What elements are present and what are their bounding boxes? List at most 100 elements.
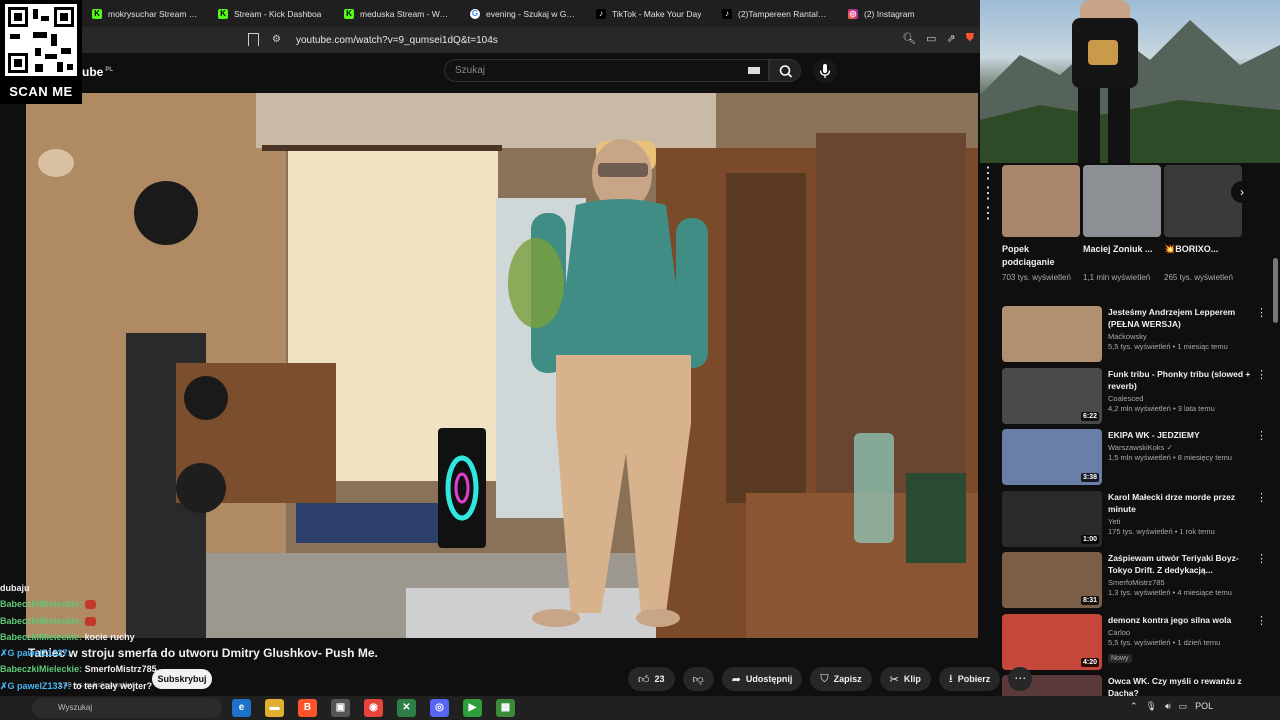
channel-name[interactable]: Carloo	[1108, 628, 1256, 637]
video-info: demonz kontra jego silna wola Carloo 5,5…	[1108, 614, 1256, 665]
video-title[interactable]: EKIPA WK - JEDZIEMY	[1108, 429, 1256, 441]
list-item[interactable]: 1:00 Karol Małecki drze morde przez minu…	[1002, 490, 1267, 553]
video-title[interactable]: demonz kontra jego silna wola	[1108, 614, 1256, 626]
chat-message: BabeczkiMieleckie: SmerfoMistrz785	[0, 664, 157, 675]
channel-name[interactable]: Coalesced	[1108, 394, 1256, 403]
volume-icon[interactable]: 🔊︎	[1165, 701, 1171, 712]
kick-icon: K	[344, 8, 354, 19]
share-icon[interactable]: ⇗	[947, 32, 956, 45]
file-explorer-icon[interactable]: ▬	[265, 699, 284, 717]
keyboard-icon[interactable]	[748, 67, 760, 74]
short-thumbnail[interactable]	[1083, 165, 1161, 237]
more-options-icon[interactable]: ⋮	[1256, 429, 1267, 442]
xbox-icon[interactable]: ✕	[397, 699, 416, 717]
short-card[interactable]: 💥BORIXO... 265 tys. wyświetleń	[1164, 165, 1242, 284]
site-info-icon[interactable]: ⚙	[272, 34, 284, 46]
microphone-icon[interactable]: 🎙︎	[1146, 701, 1157, 712]
video-thumbnail[interactable]: 3:38	[1002, 429, 1102, 485]
app-icon[interactable]: ▣	[331, 699, 350, 717]
list-item[interactable]: Jesteśmy Andrzejem Lepperem (PEŁNA WERSJ…	[1002, 306, 1267, 368]
more-options-icon[interactable]: ⋮	[1256, 552, 1267, 565]
browser-tab[interactable]: Gevening - Szukaj w Google	[460, 0, 586, 27]
channel-name[interactable]: WarszawskiKoks ✓	[1108, 443, 1256, 452]
more-options-icon[interactable]: ⋮	[1256, 491, 1267, 504]
video-player[interactable]	[26, 93, 978, 638]
short-title[interactable]: Popek podciąganie	[1002, 243, 1080, 269]
chevron-right-icon[interactable]: ›	[1231, 181, 1253, 203]
video-thumbnail[interactable]: 1:00	[1002, 490, 1102, 547]
download-button[interactable]: ⭳ Pobierz	[938, 667, 1001, 691]
taskbar-search[interactable]: Wyszukaj	[32, 698, 222, 718]
video-info: Karol Małecki drze morde przez minute Ye…	[1108, 491, 1256, 536]
sidebar-scrollbar[interactable]	[1273, 258, 1278, 323]
channel-name[interactable]: Yeti	[1108, 517, 1256, 526]
short-card[interactable]: Popek podciąganie 703 tys. wyświetleń	[1002, 165, 1080, 284]
video-actions: 👍︎ 23 👎︎ ➦ Udostępnij ⛉ Zapisz ✂ Klip ⭳ Pobie…	[628, 667, 1033, 691]
chevron-up-icon[interactable]: ⌃	[1130, 701, 1138, 712]
like-button[interactable]: 👍︎ 23	[628, 667, 675, 691]
short-title[interactable]: Maciej Zoniuk ...	[1083, 243, 1161, 269]
share-button[interactable]: ➦ Udostępnij	[721, 667, 803, 691]
recommended-list: Jesteśmy Andrzejem Lepperem (PEŁNA WERSJ…	[1002, 306, 1267, 720]
language-indicator[interactable]: POL	[1195, 701, 1213, 712]
kick-icon[interactable]: ▶	[463, 699, 482, 717]
search-box	[444, 59, 769, 82]
video-thumbnail[interactable]	[1002, 306, 1102, 362]
search-button[interactable]	[769, 59, 801, 82]
more-options-icon[interactable]: ⋮	[1256, 614, 1267, 627]
cast-icon[interactable]: ▭	[926, 32, 936, 45]
clip-button[interactable]: ✂ Klip	[879, 667, 931, 691]
brave-icon[interactable]: B	[298, 699, 317, 717]
video-info: Jesteśmy Andrzejem Lepperem (PEŁNA WERSJ…	[1108, 306, 1256, 351]
short-thumbnail[interactable]	[1002, 165, 1080, 237]
youtube-header: ube PL	[0, 53, 980, 93]
short-thumbnail[interactable]	[1164, 165, 1242, 237]
list-item[interactable]: 6:22 Funk tribu - Phonky tribu (slowed +…	[1002, 367, 1267, 430]
chrome-icon[interactable]: ◉	[364, 699, 383, 717]
list-item[interactable]: 8:31 Zaśpiewam utwór Teriyaki Boyz- Toky…	[1002, 552, 1267, 614]
url-field[interactable]: ⚙ youtube.com/watch?v=9_qumsei1dQ&t=104s	[272, 30, 962, 50]
thumbs-down-icon: 👎︎	[692, 673, 704, 686]
youtube-logo[interactable]: ube PL	[82, 65, 113, 79]
browser-tab[interactable]: Kmokrysuchar Stream - Wat	[82, 0, 208, 27]
video-title[interactable]: Funk tribu - Phonky tribu (slowed + reve…	[1108, 368, 1256, 392]
windows-taskbar: Wyszukaj e ▬ B ▣ ◉ ✕ ◎ ▶ ▦ ⌃ 🎙︎ 🔊︎ ▭ POL	[0, 696, 1280, 720]
browser-tab[interactable]: ♪ (2)Tampereen Rantalejon	[712, 0, 838, 27]
chat-message: BabeczkiMieleckie:	[0, 596, 260, 612]
search-icon	[779, 65, 793, 78]
bookmark-icon[interactable]	[248, 33, 259, 46]
discord-icon[interactable]: ◎	[430, 699, 449, 717]
more-actions-button[interactable]: ⋯	[1008, 667, 1033, 691]
dislike-button[interactable]: 👎︎	[682, 667, 714, 691]
chat-message: BabeczkiMieleckie: kocie ruchy	[0, 631, 135, 642]
voice-search-button[interactable]	[813, 59, 837, 83]
browser-tab[interactable]: Kmeduska Stream - Watch L	[334, 0, 460, 27]
microphone-icon	[819, 64, 831, 78]
more-options-icon[interactable]: ⋮	[1256, 368, 1267, 381]
chat-message: BabeczkiMieleckie:	[0, 613, 260, 629]
video-thumbnail[interactable]: 8:31	[1002, 552, 1102, 608]
channel-name[interactable]: SmerfoMistrz785	[1108, 578, 1256, 587]
more-options-icon[interactable]: ⋮	[1256, 306, 1267, 319]
video-title[interactable]: Zaśpiewam utwór Teriyaki Boyz- Tokyo Dri…	[1108, 552, 1256, 576]
list-item[interactable]: 3:38 EKIPA WK - JEDZIEMY WarszawskiKoks …	[1002, 429, 1267, 491]
channel-name[interactable]: Maćkowsky	[1108, 332, 1256, 341]
save-button[interactable]: ⛉ Zapisz	[810, 667, 872, 691]
zoom-icon[interactable]: 🔍︎	[902, 32, 916, 45]
duration-badge: 3:38	[1080, 473, 1099, 482]
brave-shield-icon[interactable]: ⛊	[966, 32, 974, 45]
browser-tab[interactable]: K Stream - Kick Dashboa	[208, 0, 334, 27]
video-thumbnail[interactable]: 4:20	[1002, 613, 1102, 670]
edge-icon[interactable]: e	[232, 699, 251, 717]
video-title[interactable]: Jesteśmy Andrzejem Lepperem (PEŁNA WERSJ…	[1108, 306, 1256, 330]
app-icon[interactable]: ▦	[496, 699, 515, 717]
browser-tab[interactable]: ♪ TikTok - Make Your Day	[586, 0, 712, 27]
search-input[interactable]	[455, 65, 735, 76]
video-thumbnail[interactable]: 6:22	[1002, 367, 1102, 424]
video-title[interactable]: Karol Małecki drze morde przez minute	[1108, 491, 1256, 515]
list-item[interactable]: 4:20 demonz kontra jego silna wola Carlo…	[1002, 613, 1267, 676]
battery-icon[interactable]: ▭	[1179, 701, 1188, 712]
short-card[interactable]: Maciej Zoniuk ... 1,1 mln wyświetleń	[1083, 165, 1161, 284]
short-title[interactable]: 💥BORIXO...	[1164, 243, 1242, 269]
browser-tab[interactable]: ◎ (2) Instagram	[838, 0, 964, 27]
